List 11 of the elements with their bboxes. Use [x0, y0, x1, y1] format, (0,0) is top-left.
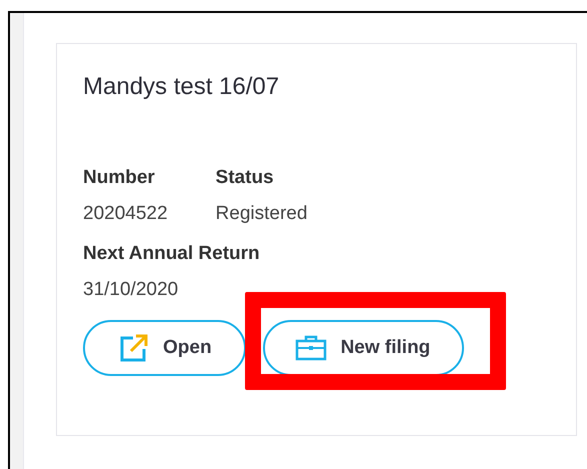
- field-value: 31/10/2020: [83, 278, 178, 302]
- field-value: Registered: [216, 202, 308, 226]
- new-filing-button[interactable]: New filing: [262, 320, 464, 376]
- field-value: 20204522: [83, 202, 168, 226]
- open-button[interactable]: Open: [83, 320, 246, 376]
- company-title: Mandys test 16/07: [83, 72, 280, 102]
- external-link-icon: [119, 333, 149, 363]
- field-label: Status: [216, 166, 274, 190]
- field-label: Number: [83, 166, 155, 190]
- field-label: Next Annual Return: [83, 242, 260, 266]
- briefcase-icon: [294, 335, 327, 361]
